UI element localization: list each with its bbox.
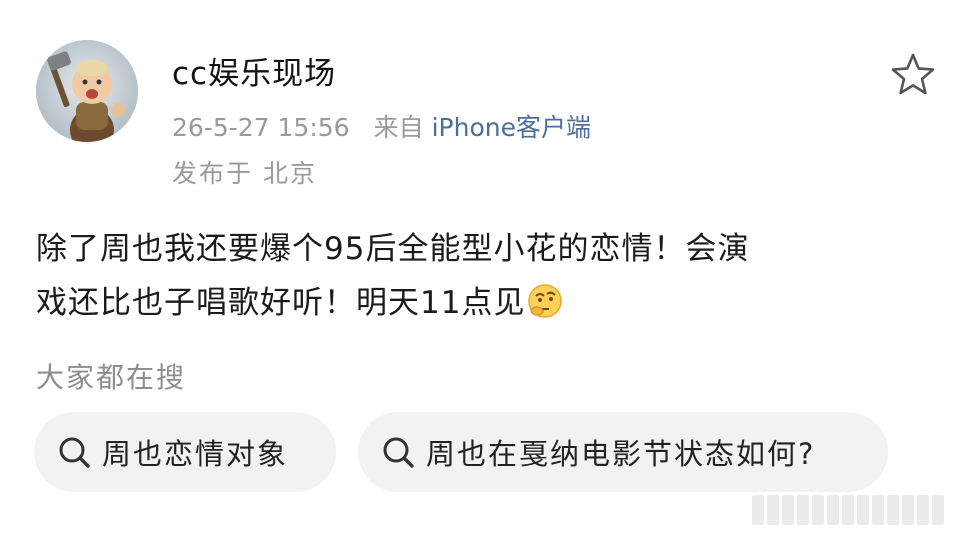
- source-prefix: 来自: [373, 113, 424, 142]
- watermark: [752, 495, 962, 529]
- post-text-line-2-text: 戏还比也子唱歌好听！明天11点见: [36, 285, 526, 321]
- star-outline-icon[interactable]: [890, 52, 936, 98]
- post-text-line-2: 戏还比也子唱歌好听！明天11点见: [36, 276, 936, 330]
- search-suggestion-chip[interactable]: 周也恋情对象: [34, 412, 336, 492]
- search-suggestion-label: 周也在戛纳电影节状态如何?: [426, 437, 816, 471]
- post-meta: 26-5-27 15:56 来自 iPhone客户端: [172, 108, 591, 144]
- trending-search-title: 大家都在搜: [36, 361, 187, 394]
- author-name[interactable]: cc娱乐现场: [172, 48, 336, 93]
- post-content: 除了周也我还要爆个95后全能型小花的恋情！会演 戏还比也子唱歌好听！明天11点见: [36, 222, 936, 330]
- thinking-face-icon: [528, 284, 563, 318]
- post-location: 发布于 北京: [172, 159, 317, 188]
- source-client-link[interactable]: iPhone客户端: [432, 113, 591, 142]
- post-timestamp: 26-5-27 15:56: [172, 113, 350, 142]
- search-suggestion-label: 周也恋情对象: [102, 437, 289, 471]
- search-suggestion-chip[interactable]: 周也在戛纳电影节状态如何?: [358, 412, 888, 492]
- author-avatar[interactable]: [36, 40, 138, 142]
- search-icon: [383, 437, 414, 468]
- search-icon: [59, 437, 90, 468]
- avatar-image: [36, 40, 138, 142]
- post-text-line-1: 除了周也我还要爆个95后全能型小花的恋情！会演: [36, 231, 750, 267]
